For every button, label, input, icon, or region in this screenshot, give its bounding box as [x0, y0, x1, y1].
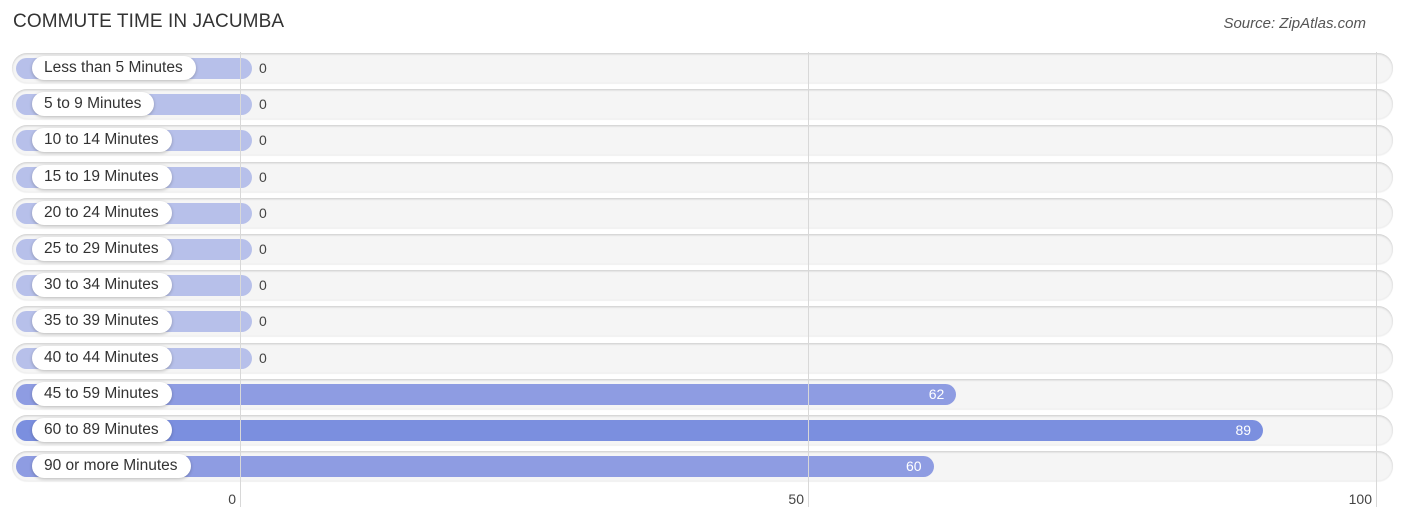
category-label: 5 to 9 Minutes	[32, 92, 155, 117]
value-label: 0	[259, 96, 267, 113]
category-label: 15 to 19 Minutes	[32, 164, 172, 189]
value-label: 0	[259, 132, 267, 149]
category-label: 90 or more Minutes	[32, 454, 191, 479]
category-label: 20 to 24 Minutes	[32, 200, 172, 225]
category-label: 60 to 89 Minutes	[32, 418, 172, 442]
gridline-0	[240, 52, 241, 507]
category-label: Less than 5 Minutes	[32, 56, 196, 80]
value-label: 0	[259, 313, 267, 330]
bar-row: 15 to 19 Minutes 0	[12, 161, 1393, 192]
bar-row: 25 to 29 Minutes 0	[12, 234, 1393, 264]
x-tick-label: 0	[228, 491, 236, 507]
bar-row: 5 to 9 Minutes 0	[12, 89, 1393, 120]
value-label: 89	[1235, 422, 1252, 438]
value-label: 0	[259, 349, 267, 366]
category-label: 40 to 44 Minutes	[32, 345, 172, 370]
gridline-100	[1376, 52, 1377, 507]
x-tick-label: 100	[1348, 491, 1372, 507]
value-label: 60	[906, 458, 922, 475]
bar-row: 90 or more Minutes 60	[12, 451, 1393, 482]
bar-row: Less than 5 Minutes 0	[12, 53, 1393, 83]
category-label: 25 to 29 Minutes	[32, 237, 172, 261]
bar-row: 60 to 89 Minutes 89	[12, 415, 1393, 445]
bar-row: 10 to 14 Minutes 0	[12, 125, 1393, 156]
category-label: 35 to 39 Minutes	[32, 309, 172, 334]
bar-row: 45 to 59 Minutes 62	[12, 378, 1393, 409]
chart-title: COMMUTE TIME IN JACUMBA	[13, 11, 285, 32]
category-label: 45 to 59 Minutes	[32, 381, 172, 406]
category-label: 10 to 14 Minutes	[32, 128, 172, 153]
bar-row: 30 to 34 Minutes 0	[12, 270, 1393, 301]
bar-row: 40 to 44 Minutes 0	[12, 342, 1393, 373]
value-label: 62	[928, 385, 945, 402]
source-label: Source: ZipAtlas.com	[1223, 15, 1366, 32]
value-label: 0	[259, 277, 267, 294]
category-label: 30 to 34 Minutes	[32, 273, 172, 298]
gridline-50	[808, 52, 809, 507]
bar-row: 35 to 39 Minutes 0	[12, 306, 1393, 337]
x-tick-label: 50	[788, 491, 804, 507]
bar-row: 20 to 24 Minutes 0	[12, 197, 1393, 228]
value-label: 0	[259, 168, 267, 185]
value-label: 0	[259, 241, 267, 257]
value-label: 0	[259, 204, 267, 221]
bar	[16, 420, 1264, 441]
value-label: 0	[259, 60, 267, 76]
